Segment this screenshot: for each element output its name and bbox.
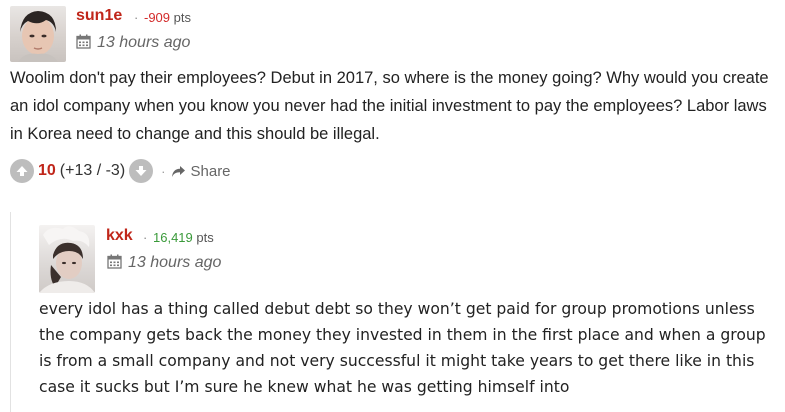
points-value: -909	[144, 10, 171, 25]
points-suffix: pts	[196, 230, 214, 245]
separator-dot: ·	[134, 10, 139, 25]
user-points: -909 pts	[144, 10, 191, 25]
timestamp-text: 13 hours ago	[97, 34, 191, 51]
calendar-icon	[76, 34, 91, 49]
points-suffix: pts	[173, 10, 191, 25]
downvote-button[interactable]	[129, 159, 154, 183]
avatar-portrait	[18, 11, 58, 62]
user-points: 16,419 pts	[153, 230, 214, 245]
upvote-button[interactable]	[10, 159, 34, 183]
comment-body: every idol has a thing called debut debt…	[39, 300, 766, 396]
separator-dot: ·	[161, 163, 166, 179]
timestamp[interactable]: 13 hours ago	[107, 254, 221, 272]
separator-dot: ·	[143, 230, 148, 245]
avatar[interactable]	[39, 225, 95, 293]
downvote-icon	[135, 166, 147, 176]
timestamp-text: 13 hours ago	[128, 254, 222, 271]
username-link[interactable]: kxk	[106, 227, 133, 245]
share-label: Share	[190, 162, 231, 180]
calendar-icon	[107, 254, 122, 269]
upvote-icon	[16, 166, 28, 176]
thread-line	[10, 212, 11, 412]
timestamp[interactable]: 13 hours ago	[76, 34, 190, 52]
comment-body: Woolim don't pay their employees? Debut …	[10, 69, 769, 143]
vote-score: 10	[38, 162, 56, 179]
avatar[interactable]	[10, 6, 66, 62]
points-value: 16,419	[153, 230, 193, 245]
avatar-portrait	[39, 226, 95, 293]
comment-actions: 10 (+13 / -3) · Share	[10, 157, 231, 185]
share-button[interactable]: Share	[171, 163, 231, 180]
username-link[interactable]: sun1e	[76, 7, 122, 25]
vote-breakdown: (+13 / -3)	[59, 162, 126, 179]
share-icon	[171, 165, 185, 177]
